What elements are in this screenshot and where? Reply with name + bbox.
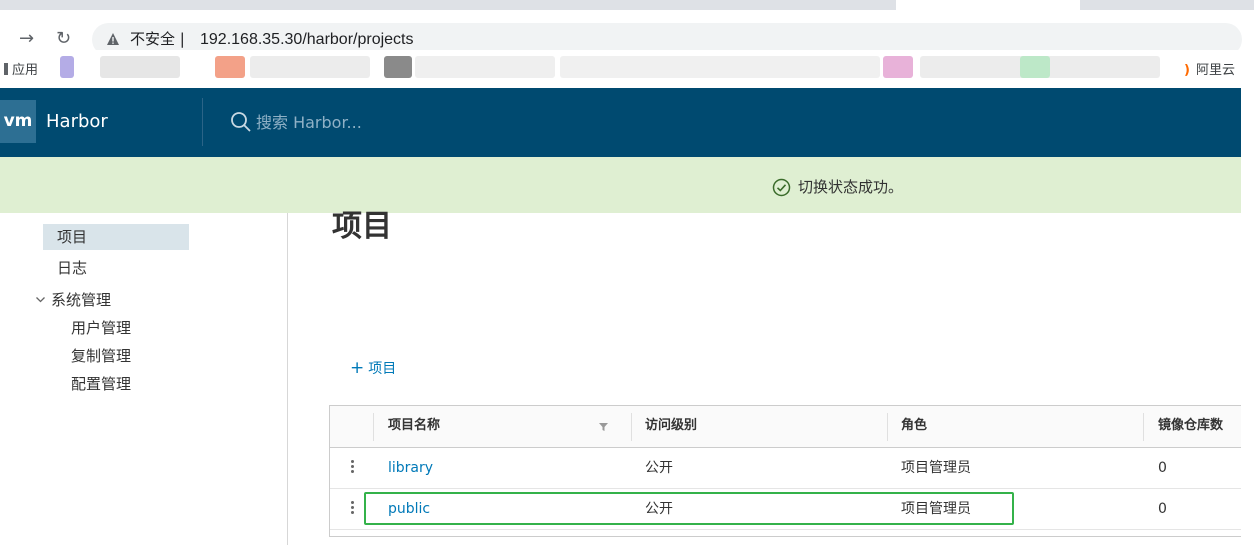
browser-tabstrip <box>0 0 1254 10</box>
column-header-repo-count[interactable]: 镜像仓库数 <box>1158 417 1223 435</box>
header-divider <box>202 98 203 146</box>
vmware-logo[interactable]: vm <box>0 100 36 143</box>
obscured-bookmark <box>1020 56 1050 78</box>
alert-message: 切换状态成功。 <box>798 178 904 196</box>
column-separator[interactable] <box>1143 413 1144 441</box>
column-separator[interactable] <box>887 413 888 441</box>
check-circle-icon <box>772 178 791 197</box>
bookmark-apps[interactable]: 应用 <box>4 59 38 78</box>
row-menu-icon[interactable] <box>349 458 355 478</box>
arrow-forward-icon[interactable]: → <box>19 28 34 50</box>
table-row[interactable]: library 公开 项目管理员 0 <box>330 448 1254 489</box>
repo-count: 0 <box>1158 501 1167 517</box>
browser-toolbar: → ↻ 不安全 | 192.168.35.30/harbor/projects <box>0 10 1254 56</box>
success-alert: 切换状态成功。 <box>0 157 1241 213</box>
sidebar-item-logs[interactable]: 日志 <box>57 257 87 279</box>
obscured-bookmark <box>250 56 370 78</box>
security-label[interactable]: 不安全 | <box>130 30 185 49</box>
column-header-access[interactable]: 访问级别 <box>645 417 697 435</box>
column-separator[interactable] <box>631 413 632 441</box>
browser-tab-active[interactable] <box>896 0 1080 10</box>
warning-icon <box>107 33 119 45</box>
repo-count: 0 <box>1158 460 1167 476</box>
obscured-bookmark <box>415 56 555 78</box>
obscured-bookmark <box>384 56 412 78</box>
filter-icon[interactable] <box>598 421 609 432</box>
sidebar-item-replication[interactable]: 复制管理 <box>71 345 131 367</box>
sidebar-item-configuration[interactable]: 配置管理 <box>71 373 131 395</box>
sidebar-item-administration[interactable]: 系统管理 <box>35 289 111 313</box>
page-edge <box>1241 88 1254 545</box>
obscured-bookmark <box>883 56 913 78</box>
role: 项目管理员 <box>901 460 971 476</box>
obscured-bookmark <box>60 56 74 78</box>
sidebar-item-user-management[interactable]: 用户管理 <box>71 317 131 339</box>
row-menu-icon[interactable] <box>349 499 355 519</box>
access-level: 公开 <box>645 460 673 476</box>
column-header-name[interactable]: 项目名称 <box>388 417 440 435</box>
obscured-bookmark <box>215 56 245 78</box>
bookmark-aliyun[interactable]: ) 阿里云 <box>1184 59 1235 78</box>
sidebar-item-label: 系统管理 <box>51 291 112 309</box>
search-input[interactable] <box>256 110 556 134</box>
obscured-bookmark <box>560 56 880 78</box>
bookmarks-bar: 应用 ) 阿里云 <box>0 50 1254 88</box>
plus-icon: + <box>350 358 365 378</box>
url-text[interactable]: 192.168.35.30/harbor/projects <box>200 30 413 49</box>
new-project-button[interactable]: + 项目 <box>350 358 396 379</box>
column-header-role[interactable]: 角色 <box>901 417 927 435</box>
app-header: vm Harbor <box>0 88 1241 157</box>
highlight-annotation <box>364 492 1014 525</box>
project-name-link[interactable]: library <box>388 459 433 478</box>
search-icon <box>231 112 251 132</box>
chevron-down-icon[interactable] <box>35 291 51 313</box>
sidebar-item-projects[interactable]: 项目 <box>43 224 189 250</box>
brand-title[interactable]: Harbor <box>46 111 108 133</box>
obscured-bookmark <box>100 56 180 78</box>
datagrid-header: 项目名称 访问级别 角色 镜像仓库数 <box>330 406 1254 448</box>
page-title: 项目 <box>332 209 392 244</box>
column-separator <box>373 413 374 441</box>
sidebar: 项目 日志 系统管理 用户管理 复制管理 配置管理 <box>0 213 288 545</box>
reload-icon[interactable]: ↻ <box>56 28 71 50</box>
